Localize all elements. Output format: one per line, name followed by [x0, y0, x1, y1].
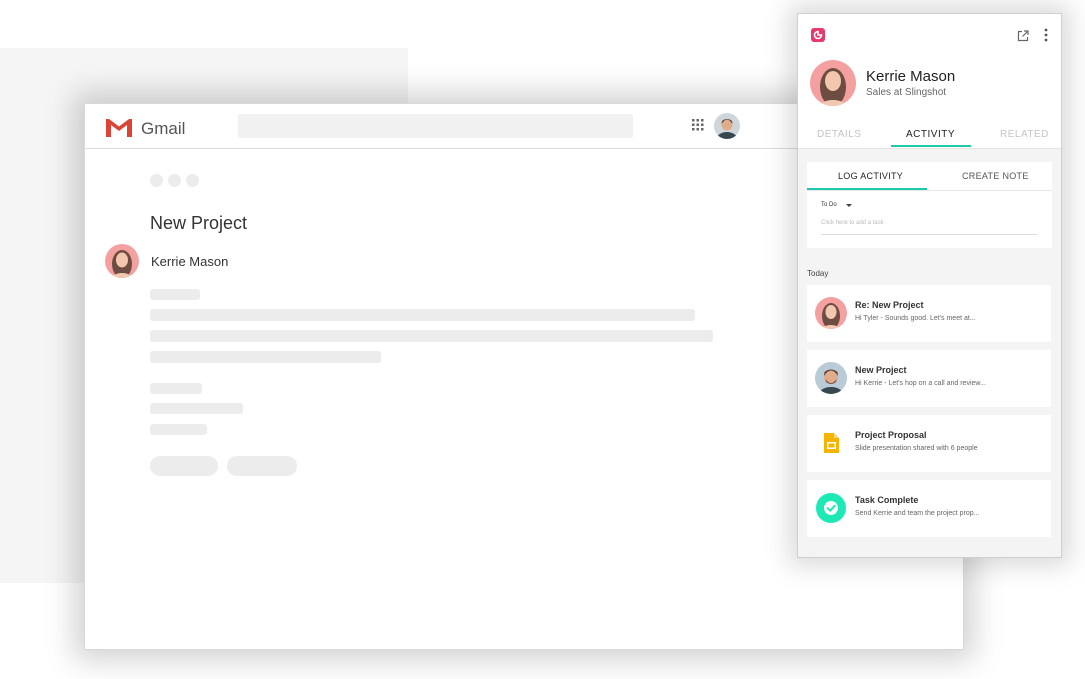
activity-subtitle: Slide presentation shared with 6 people: [855, 445, 978, 452]
crm-panel: Kerrie Mason Sales at Slingshot DETAILS …: [797, 13, 1062, 558]
activity-item[interactable]: Task Complete Send Kerrie and team the p…: [807, 480, 1051, 537]
body-placeholder: [150, 289, 200, 300]
subtab-create-note[interactable]: CREATE NOTE: [962, 171, 1029, 181]
tab-related[interactable]: RELATED: [1000, 129, 1049, 140]
body-placeholder: [150, 330, 713, 342]
activity-title: New Project: [855, 365, 907, 375]
open-external-icon[interactable]: [1017, 30, 1029, 42]
activity-title: Task Complete: [855, 495, 919, 505]
email-subject: New Project: [150, 213, 248, 233]
task-input-underline: [821, 234, 1037, 235]
sender-avatar: [105, 244, 139, 278]
section-label-today: Today: [807, 269, 829, 278]
gmail-app-name: Gmail: [141, 119, 186, 138]
contact-name: Kerrie Mason: [866, 68, 956, 85]
task-input[interactable]: Click here to add a task: [821, 220, 884, 226]
subtab-log-activity[interactable]: LOG ACTIVITY: [838, 171, 903, 181]
body-placeholder: [150, 351, 381, 363]
account-avatar[interactable]: [714, 113, 740, 139]
tab-details[interactable]: DETAILS: [817, 129, 861, 140]
todo-dropdown[interactable]: To Do: [821, 202, 837, 208]
body-placeholder: [150, 309, 695, 321]
tab-activity[interactable]: ACTIVITY: [906, 129, 955, 140]
log-activity-card: LOG ACTIVITY CREATE NOTE To Do Click her…: [807, 162, 1052, 248]
reply-button-placeholder[interactable]: [150, 456, 218, 476]
activity-subtitle: Hi Kerrie - Let's hop on a call and revi…: [855, 380, 986, 387]
contact-role: Sales at Slingshot: [866, 87, 947, 98]
activity-subtitle: Send Kerrie and team the project prop...: [855, 510, 980, 517]
activity-subtitle: Hi Tyler - Sounds good. Let's meet at...: [855, 315, 976, 322]
activity-item[interactable]: Project Proposal Slide presentation shar…: [807, 415, 1051, 472]
chevron-down-icon[interactable]: [846, 204, 852, 207]
active-tab-indicator: [891, 145, 971, 147]
subtab-divider: [807, 190, 1052, 191]
more-vertical-icon[interactable]: [1044, 28, 1048, 42]
toolbar-placeholder: [168, 174, 181, 187]
forward-button-placeholder[interactable]: [227, 456, 297, 476]
email-sender: Kerrie Mason: [151, 254, 229, 269]
tyler-avatar-icon: [815, 362, 847, 394]
check-circle-icon: [816, 493, 846, 523]
search-bar[interactable]: [238, 114, 633, 138]
toolbar-placeholder: [186, 174, 199, 187]
activity-item[interactable]: New Project Hi Kerrie - Let's hop on a c…: [807, 350, 1051, 407]
activity-title: Project Proposal: [855, 430, 927, 440]
body-placeholder: [150, 424, 207, 435]
apps-grid-icon[interactable]: [692, 119, 704, 131]
contact-avatar: [810, 60, 856, 106]
kerrie-avatar-icon: [815, 297, 847, 329]
toolbar-placeholder: [150, 174, 163, 187]
gmail-logo-icon: [105, 117, 133, 138]
body-placeholder: [150, 403, 243, 414]
body-placeholder: [150, 383, 202, 394]
activity-item[interactable]: Re: New Project Hi Tyler - Sounds good. …: [807, 285, 1051, 342]
activity-title: Re: New Project: [855, 300, 924, 310]
crm-logo-icon: [811, 28, 825, 42]
slides-icon: [824, 433, 839, 453]
